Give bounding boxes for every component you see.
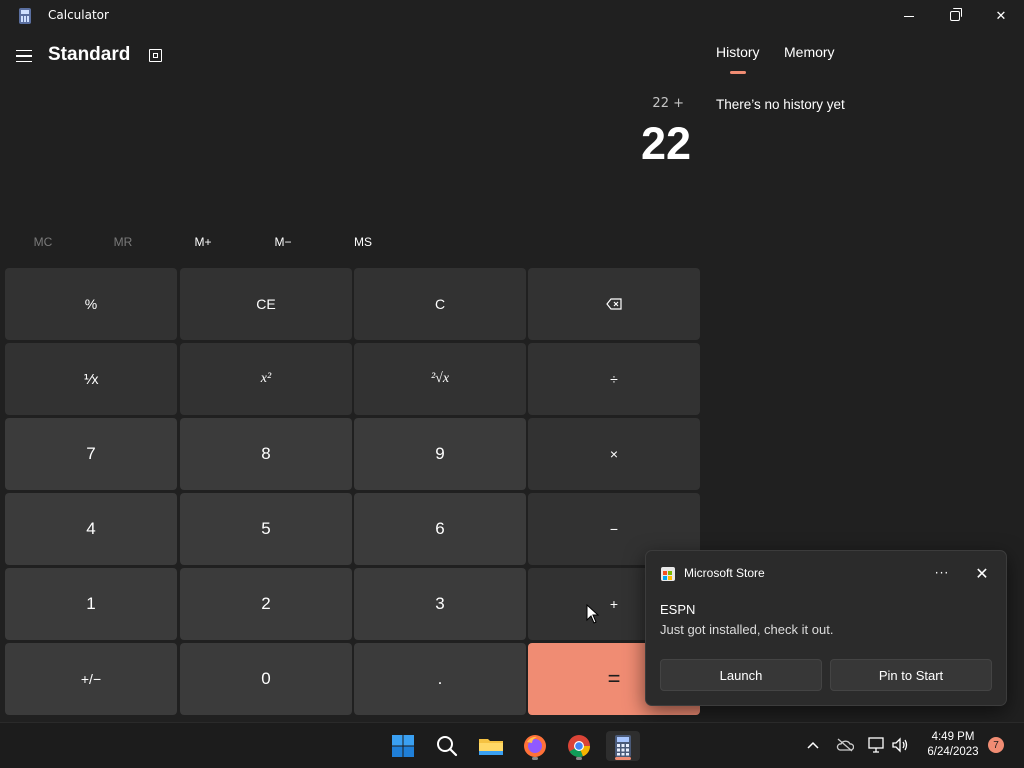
backspace-icon <box>606 298 622 310</box>
history-empty-message: There’s no history yet <box>716 97 845 112</box>
taskbar: 4:49 PM 6/24/2023 7 <box>0 722 1024 768</box>
restore-icon <box>950 8 962 21</box>
calculator-app-icon <box>19 8 31 24</box>
minimize-icon <box>904 15 914 17</box>
memory-store-button[interactable]: MS <box>323 228 403 256</box>
maximize-button[interactable] <box>932 0 978 32</box>
window-title: Calculator <box>48 8 109 22</box>
clear-button[interactable]: C <box>354 268 526 340</box>
search-icon[interactable] <box>432 731 462 761</box>
digit-5-button[interactable]: 5 <box>180 493 352 565</box>
square-root-button[interactable]: ²√x <box>354 343 526 415</box>
digit-0-button[interactable]: 0 <box>180 643 352 715</box>
store-notification-toast[interactable]: Microsoft Store ··· ✕ ESPN Just got inst… <box>645 550 1007 706</box>
volume-icon[interactable] <box>890 735 910 755</box>
taskbar-clock[interactable]: 4:49 PM 6/24/2023 <box>918 730 988 760</box>
toast-close-icon[interactable]: ✕ <box>970 561 994 585</box>
close-icon: ✕ <box>995 8 1007 24</box>
percent-button[interactable]: % <box>5 268 177 340</box>
square-button[interactable]: x² <box>180 343 352 415</box>
memory-add-button[interactable]: M+ <box>163 228 243 256</box>
digit-2-button[interactable]: 2 <box>180 568 352 640</box>
file-explorer-icon[interactable] <box>476 731 506 761</box>
digit-9-button[interactable]: 9 <box>354 418 526 490</box>
title-bar: Calculator ✕ <box>0 0 1024 32</box>
mouse-cursor-icon <box>586 604 600 624</box>
notification-count-badge[interactable]: 7 <box>988 737 1004 753</box>
digit-4-button[interactable]: 4 <box>5 493 177 565</box>
backspace-button[interactable] <box>528 268 700 340</box>
toast-app-name: Microsoft Store <box>684 566 765 580</box>
multiply-button[interactable]: × <box>528 418 700 490</box>
divide-button[interactable]: ÷ <box>528 343 700 415</box>
close-button[interactable]: ✕ <box>978 0 1024 32</box>
reciprocal-button[interactable]: ⅟x <box>5 343 177 415</box>
digit-3-button[interactable]: 3 <box>354 568 526 640</box>
network-icon[interactable] <box>866 735 886 755</box>
firefox-icon[interactable] <box>520 731 550 761</box>
onedrive-icon[interactable] <box>835 735 855 755</box>
digit-6-button[interactable]: 6 <box>354 493 526 565</box>
digit-1-button[interactable]: 1 <box>5 568 177 640</box>
pin-to-start-button[interactable]: Pin to Start <box>830 659 992 691</box>
toast-title: ESPN <box>660 602 696 617</box>
clear-entry-button[interactable]: CE <box>180 268 352 340</box>
calculator-icon[interactable] <box>606 731 640 761</box>
start-icon[interactable] <box>388 731 418 761</box>
memory-recall-button[interactable]: MR <box>83 228 163 256</box>
chrome-icon[interactable] <box>564 731 594 761</box>
clock-date: 6/24/2023 <box>927 746 979 758</box>
memory-subtract-button[interactable]: M− <box>243 228 323 256</box>
result-display: 22 <box>640 118 691 169</box>
show-hidden-icons-icon[interactable] <box>803 735 823 755</box>
tab-memory[interactable]: Memory <box>784 44 835 60</box>
active-tab-indicator <box>730 71 746 74</box>
memory-clear-button[interactable]: MC <box>3 228 83 256</box>
hamburger-icon[interactable] <box>12 42 36 70</box>
keep-on-top-icon[interactable] <box>146 46 166 66</box>
minimize-button[interactable] <box>886 0 932 32</box>
launch-button[interactable]: Launch <box>660 659 822 691</box>
negate-button[interactable]: +/− <box>5 643 177 715</box>
decimal-button[interactable]: . <box>354 643 526 715</box>
digit-7-button[interactable]: 7 <box>5 418 177 490</box>
clock-time: 4:49 PM <box>931 731 975 743</box>
toast-body: Just got installed, check it out. <box>660 622 834 637</box>
digit-8-button[interactable]: 8 <box>180 418 352 490</box>
tab-history[interactable]: History <box>716 44 760 60</box>
mode-title: Standard <box>48 44 131 65</box>
microsoft-store-icon <box>661 567 675 581</box>
more-options-icon[interactable]: ··· <box>930 561 954 585</box>
expression-display: 22 + <box>652 96 684 111</box>
